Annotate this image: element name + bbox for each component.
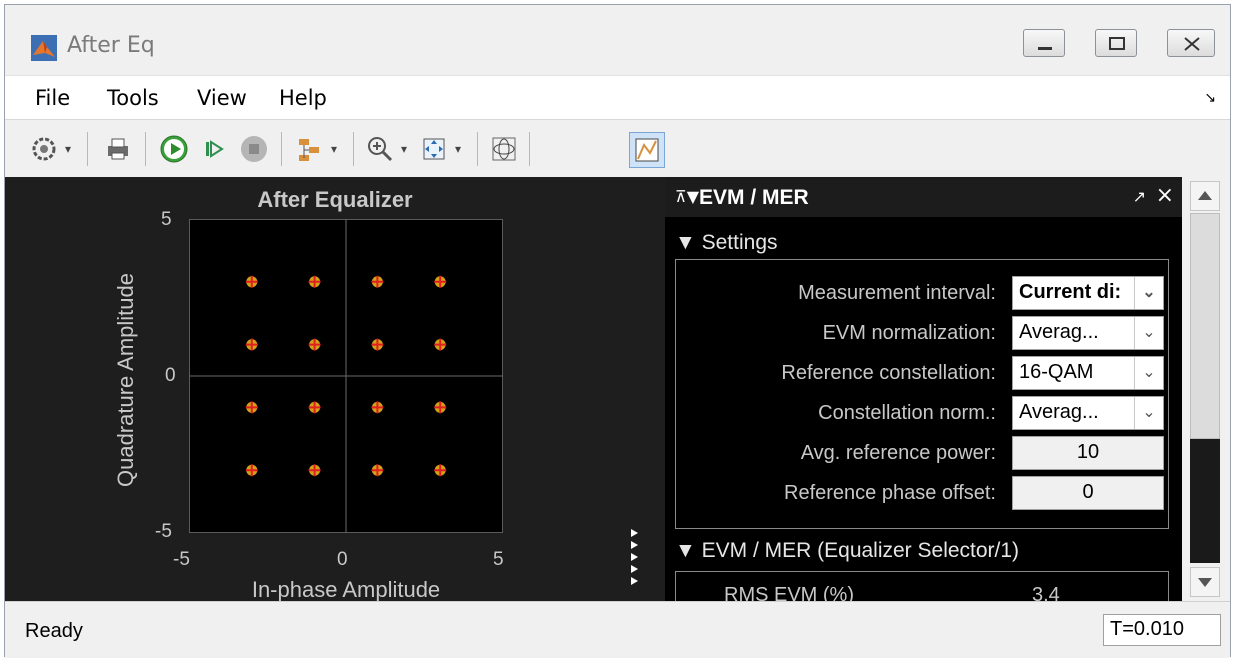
constellation-point — [371, 275, 384, 288]
constellation-point — [308, 464, 321, 477]
signal-dropdown-icon[interactable]: ▾ — [331, 142, 337, 156]
zoom-fit-icon[interactable] — [419, 134, 449, 164]
zoom-fit-dropdown-icon[interactable]: ▾ — [455, 142, 461, 156]
constellation-point — [434, 401, 447, 414]
stop-icon[interactable] — [239, 134, 269, 164]
constellation-point — [245, 275, 258, 288]
constellation-point — [308, 275, 321, 288]
constellation-point — [245, 401, 258, 414]
panel-title: EVM / MER — [699, 186, 809, 209]
constellation-point — [371, 338, 384, 351]
x-tick-left: -5 — [173, 549, 190, 570]
setting-label: Avg. reference power: — [800, 442, 996, 464]
evm-normalization-select[interactable]: Averag... ⌄ — [1012, 316, 1164, 350]
chevron-down-icon: ⌄ — [1134, 277, 1163, 309]
status-text: Ready — [25, 620, 83, 642]
y-tick-mid: 0 — [165, 365, 176, 386]
scroll-down-button[interactable] — [1190, 567, 1220, 597]
y-tick-top: 5 — [161, 209, 172, 230]
toolbar: ▾ ▾ ▾ ▾ — [5, 119, 1230, 178]
maximize-button[interactable] — [1095, 29, 1137, 57]
constellation-point — [245, 464, 258, 477]
matlab-icon — [31, 35, 57, 61]
settings-box: Measurement interval: Current di: ⌄ EVM … — [675, 259, 1169, 529]
gear-dropdown-icon[interactable]: ▾ — [65, 142, 71, 156]
print-icon[interactable] — [103, 134, 133, 164]
x-axis-label: In-phase Amplitude — [251, 577, 441, 601]
simulation-time: T=0.010 — [1103, 614, 1221, 646]
plot-title: After Equalizer — [257, 187, 413, 212]
setting-label: EVM normalization: — [822, 322, 996, 344]
settings-section-header[interactable]: ▼ Settings — [675, 231, 778, 255]
results-header-label: EVM / MER (Equalizer Selector/1) — [701, 539, 1020, 562]
constellation-point — [308, 338, 321, 351]
gear-icon[interactable] — [29, 134, 59, 164]
constellation-point — [434, 464, 447, 477]
constellation-point — [371, 464, 384, 477]
constellation-norm-select[interactable]: Averag... ⌄ — [1012, 396, 1164, 430]
title-bar[interactable]: After Eq — [5, 5, 1230, 75]
measurement-interval-select[interactable]: Current di: ⌄ — [1012, 276, 1164, 310]
x-tick-mid: 0 — [337, 549, 348, 570]
reference-constellation-select[interactable]: 16-QAM ⌄ — [1012, 356, 1164, 390]
setting-label: Reference phase offset: — [784, 482, 996, 504]
setting-label: Reference constellation: — [781, 362, 996, 384]
close-button[interactable] — [1167, 29, 1215, 57]
dock-arrow-icon[interactable]: ↘ — [1204, 90, 1216, 106]
undock-icon[interactable]: ↗ — [1133, 187, 1146, 206]
constellation-icon[interactable] — [489, 134, 519, 164]
step-forward-icon[interactable] — [199, 134, 229, 164]
constellation-plot[interactable] — [189, 219, 503, 533]
measure-toggle-button[interactable] — [629, 132, 665, 168]
chevron-down-icon: ⌄ — [1134, 397, 1163, 429]
panel-collapse-handle[interactable] — [630, 529, 640, 601]
constellation-point — [371, 401, 384, 414]
scroll-up-button[interactable] — [1190, 181, 1220, 211]
run-icon[interactable] — [159, 134, 189, 164]
plot-area: After Equalizer 5 0 -5 -5 0 5 In-phase A… — [5, 177, 665, 601]
menu-help[interactable]: Help — [279, 86, 327, 110]
constellation-point — [245, 338, 258, 351]
minimize-button[interactable] — [1023, 29, 1065, 57]
settings-header-label: Settings — [701, 231, 778, 254]
rms-evm-value: 3.4 — [1032, 584, 1060, 601]
pin-icon[interactable]: ⊼▼ — [675, 187, 699, 206]
status-bar: Ready T=0.010 — [5, 601, 1230, 658]
y-axis-label: Quadrature Amplitude — [113, 272, 138, 488]
setting-label: Measurement interval: — [798, 282, 996, 304]
setting-label: Constellation norm.: — [818, 402, 996, 424]
avg-reference-power-field[interactable]: 10 — [1012, 436, 1164, 470]
menu-file[interactable]: File — [35, 86, 70, 110]
chevron-down-icon: ⌄ — [1134, 357, 1163, 389]
y-tick-bottom: -5 — [155, 521, 172, 542]
menu-tools[interactable]: Tools — [107, 86, 159, 110]
x-tick-right: 5 — [493, 549, 504, 570]
signal-select-icon[interactable] — [295, 134, 325, 164]
constellation-point — [434, 275, 447, 288]
menu-bar: File Tools View Help ↘ — [5, 75, 1230, 120]
zoom-dropdown-icon[interactable]: ▾ — [401, 142, 407, 156]
zoom-in-icon[interactable] — [365, 134, 395, 164]
vertical-scrollbar[interactable] — [1182, 177, 1228, 601]
rms-evm-label: RMS EVM (%) — [724, 584, 854, 601]
reference-phase-offset-field[interactable]: 0 — [1012, 476, 1164, 510]
scroll-track[interactable] — [1190, 439, 1220, 563]
constellation-point — [308, 401, 321, 414]
scroll-thumb[interactable] — [1190, 213, 1220, 439]
chevron-down-icon: ⌄ — [1134, 317, 1163, 349]
scope-window: After Eq File Tools View Help ↘ ▾ ▾ ▾ ▾ … — [4, 4, 1231, 658]
results-box: RMS EVM (%) 3.4 — [675, 571, 1169, 601]
measure-icon — [635, 138, 659, 162]
results-section-header[interactable]: ▼ EVM / MER (Equalizer Selector/1) — [675, 539, 1019, 563]
menu-view[interactable]: View — [197, 86, 247, 110]
close-panel-icon[interactable]: × — [1156, 183, 1174, 208]
evm-mer-panel: ⊼▼ EVM / MER ↗ × ▼ Settings Measurement … — [665, 177, 1182, 601]
panel-header: ⊼▼ EVM / MER ↗ × — [665, 177, 1182, 217]
window-title: After Eq — [67, 33, 155, 58]
constellation-point — [434, 338, 447, 351]
